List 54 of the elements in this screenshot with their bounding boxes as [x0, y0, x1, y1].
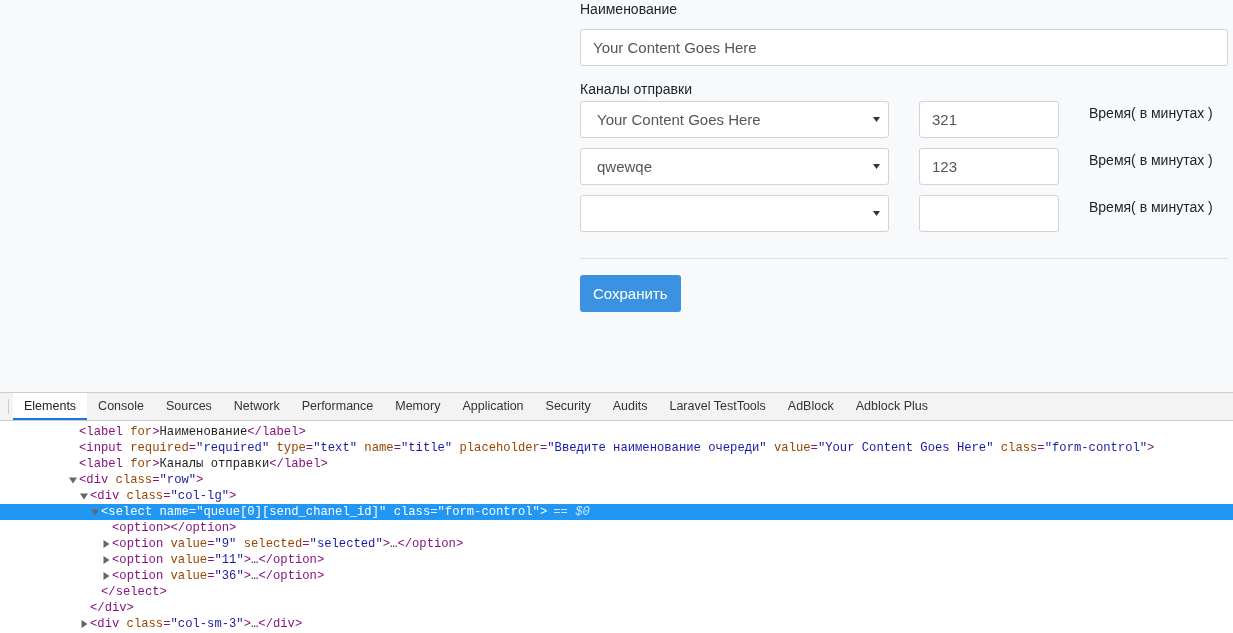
dom-row[interactable]: <option value="11">…</option>: [0, 552, 1233, 568]
devtools-tab[interactable]: Sources: [155, 393, 223, 420]
node-reference: == $0: [553, 504, 590, 520]
minutes-input[interactable]: 123: [919, 148, 1059, 185]
minutes-label: Время( в минутах ): [1089, 151, 1213, 168]
devtools-tab[interactable]: Audits: [601, 393, 659, 420]
collapse-arrow-icon[interactable]: [102, 572, 110, 580]
collapse-arrow-icon[interactable]: [80, 620, 88, 628]
devtools-tab[interactable]: Console: [87, 393, 155, 420]
dom-row[interactable]: <option value="36">…</option>: [0, 568, 1233, 584]
dom-row[interactable]: <option value="9" selected="selected">…</option>: [0, 536, 1233, 552]
dom-line: <select name="queue[0][send_chanel_id]" class="form-control">: [101, 504, 548, 520]
dom-row[interactable]: <div class="col-sm-3">…</div>: [0, 616, 1233, 632]
devtools-tab[interactable]: Adblock Plus: [844, 393, 939, 420]
caret-icon: [873, 211, 880, 216]
dom-line: <option value="9" selected="selected">…</option>: [112, 536, 464, 552]
channel-select[interactable]: Your Content Goes Here: [580, 101, 889, 138]
devtools-tab[interactable]: Laravel TestTools: [658, 393, 777, 420]
caret-icon: [873, 164, 880, 169]
dom-line: <label for>Каналы отправки</label>: [79, 456, 328, 472]
dom-line: <label for>Наименование</label>: [79, 424, 306, 440]
caret-icon: [873, 117, 880, 122]
title-input[interactable]: Your Content Goes Here: [580, 29, 1228, 66]
dom-line: <option value="36">…</option>: [112, 568, 325, 584]
dom-row[interactable]: <option></option>: [0, 520, 1233, 536]
devtools-tab[interactable]: AdBlock: [776, 393, 845, 420]
channel-select[interactable]: qwewqe: [580, 148, 889, 185]
dom-line: <div class="col-sm-3">…</div>: [90, 616, 303, 632]
field-label: Наименование: [580, 0, 679, 19]
dom-row[interactable]: <div class="row">: [0, 472, 1233, 488]
field-label: Каналы отправки: [580, 80, 693, 99]
expand-arrow-icon[interactable]: [69, 476, 77, 484]
minutes-input[interactable]: 321: [919, 101, 1059, 138]
dom-line: <option></option>: [112, 520, 237, 536]
dom-line: </select>: [101, 584, 167, 600]
dom-line: <option value="11">…</option>: [112, 552, 325, 568]
dom-row[interactable]: <label for>Наименование</label>: [0, 424, 1233, 440]
minutes-label: Время( в минутах ): [1089, 104, 1213, 121]
devtools-tab[interactable]: Network: [222, 393, 291, 420]
devtools-tab[interactable]: Memory: [384, 393, 452, 420]
devtools-tab[interactable]: Elements: [13, 393, 88, 420]
collapse-arrow-icon[interactable]: [102, 556, 110, 564]
minutes-label: Время( в минутах ): [1089, 198, 1213, 215]
minutes-input[interactable]: [919, 195, 1059, 232]
collapse-arrow-icon[interactable]: [102, 540, 110, 548]
devtools-tab[interactable]: Security: [534, 393, 602, 420]
devtools-tab[interactable]: Application: [451, 393, 535, 420]
devtools-tab[interactable]: Performance: [290, 393, 385, 420]
dom-row[interactable]: <div class="col-lg">: [0, 488, 1233, 504]
expand-arrow-icon[interactable]: [80, 492, 88, 500]
dom-line: </div>: [90, 600, 134, 616]
dom-line: <div class="col-lg">: [90, 488, 237, 504]
dom-line: <div class="row">: [79, 472, 204, 488]
dom-row[interactable]: <label for>Каналы отправки</label>: [0, 456, 1233, 472]
